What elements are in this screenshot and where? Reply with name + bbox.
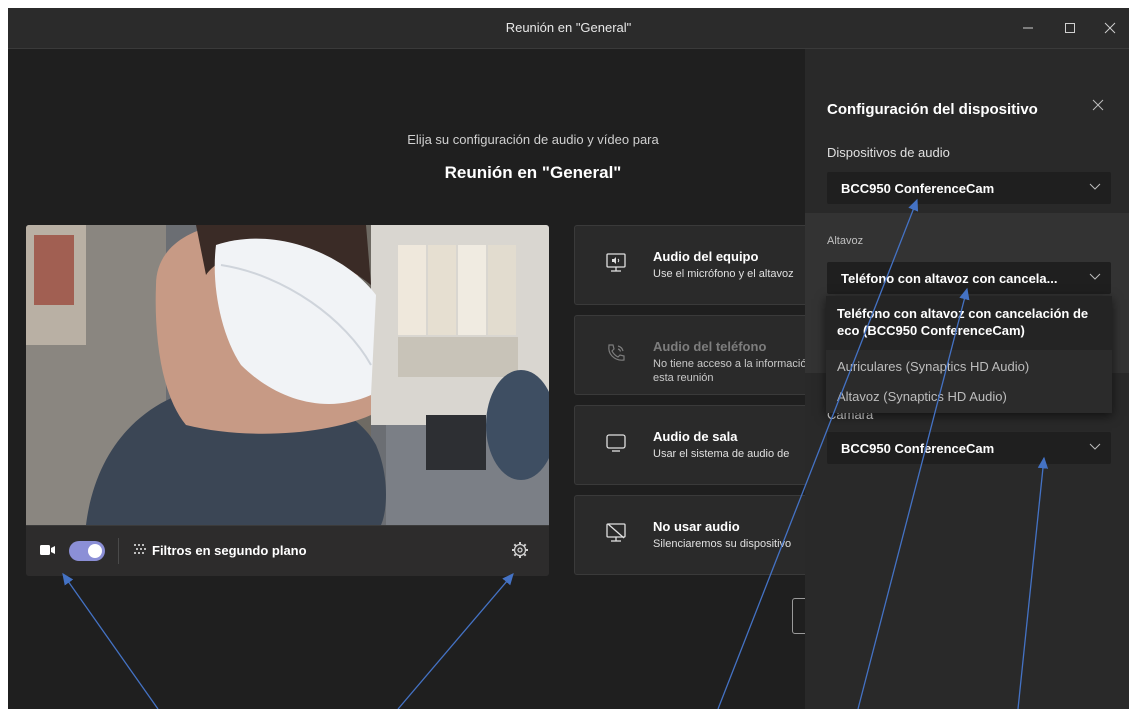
title-bar: Reunión en "General" <box>8 8 1129 49</box>
toggle-knob <box>88 544 102 558</box>
chevron-down-icon <box>1089 443 1101 450</box>
gear-icon[interactable] <box>511 541 529 559</box>
camera-value: BCC950 ConferenceCam <box>841 441 995 456</box>
video-controls-bar: Filtros en segundo plano <box>26 525 549 576</box>
video-preview-card: Filtros en segundo plano <box>26 225 549 576</box>
speaker-dropdown[interactable]: Teléfono con altavoz con cancela... <box>827 262 1111 294</box>
audio-device-value: BCC950 ConferenceCam <box>841 181 995 196</box>
divider <box>118 538 119 564</box>
close-icon[interactable] <box>1092 99 1104 111</box>
panel-title: Configuración del dispositivo <box>827 101 1038 118</box>
teams-window: Reunión en "General" Elija su configurac… <box>8 8 1129 709</box>
audio-device-dropdown[interactable]: BCC950 ConferenceCam <box>827 172 1111 204</box>
speaker-option[interactable]: Altavoz (Synaptics HD Audio) <box>826 382 1112 412</box>
speaker-option[interactable]: Auriculares (Synaptics HD Audio) <box>826 352 1112 382</box>
minimize-icon <box>1023 27 1033 29</box>
chevron-down-icon <box>1089 183 1101 190</box>
minimize-button[interactable] <box>1014 14 1042 42</box>
phone-audio-icon <box>608 344 625 361</box>
maximize-button[interactable] <box>1056 14 1084 42</box>
option-title: Audio de sala <box>653 429 738 444</box>
camera-icon <box>40 545 55 555</box>
speaker-value: Teléfono con altavoz con cancela... <box>841 271 1058 286</box>
background-filters-button[interactable]: Filtros en segundo plano <box>152 543 307 558</box>
chevron-down-icon <box>1089 273 1101 280</box>
option-phone-audio[interactable]: Audio del teléfono No tiene acceso a la … <box>574 315 836 395</box>
option-room-audio[interactable]: Audio de sala Usar el sistema de audio d… <box>574 405 836 485</box>
computer-audio-icon <box>606 253 626 272</box>
speaker-option-selected[interactable]: Teléfono con altavoz con cancelación de … <box>826 296 1112 350</box>
speaker-label: Altavoz <box>827 235 864 247</box>
maximize-icon <box>1065 23 1075 33</box>
no-audio-icon <box>606 523 626 542</box>
option-no-audio[interactable]: No usar audio Silenciaremos su dispositi… <box>574 495 836 575</box>
camera-dropdown[interactable]: BCC950 ConferenceCam <box>827 432 1111 464</box>
option-title: Audio del teléfono <box>653 339 767 354</box>
camera-preview <box>26 225 549 525</box>
speaker-options-menu: Teléfono con altavoz con cancelación de … <box>826 296 1112 413</box>
close-icon <box>1104 22 1116 34</box>
option-title: Audio del equipo <box>653 249 759 264</box>
option-title: No usar audio <box>653 519 740 534</box>
audio-devices-label: Dispositivos de audio <box>827 145 950 160</box>
option-computer-audio[interactable]: Audio del equipo Use el micrófono y el a… <box>574 225 836 305</box>
room-audio-icon <box>606 434 626 452</box>
close-window-button[interactable] <box>1096 14 1124 42</box>
camera-toggle[interactable] <box>69 541 105 561</box>
filters-icon <box>134 544 146 554</box>
window-title: Reunión en "General" <box>505 20 632 35</box>
